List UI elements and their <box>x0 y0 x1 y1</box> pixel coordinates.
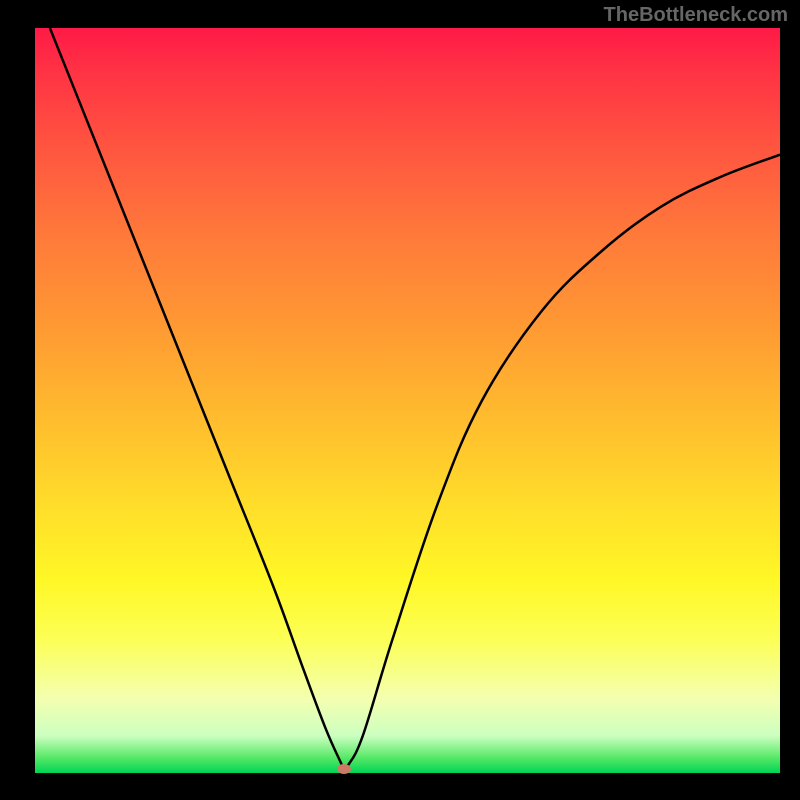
optimal-point-marker <box>337 764 351 774</box>
chart-plot-area <box>35 28 780 773</box>
attribution-text: TheBottleneck.com <box>604 4 788 27</box>
bottleneck-curve <box>35 28 780 773</box>
